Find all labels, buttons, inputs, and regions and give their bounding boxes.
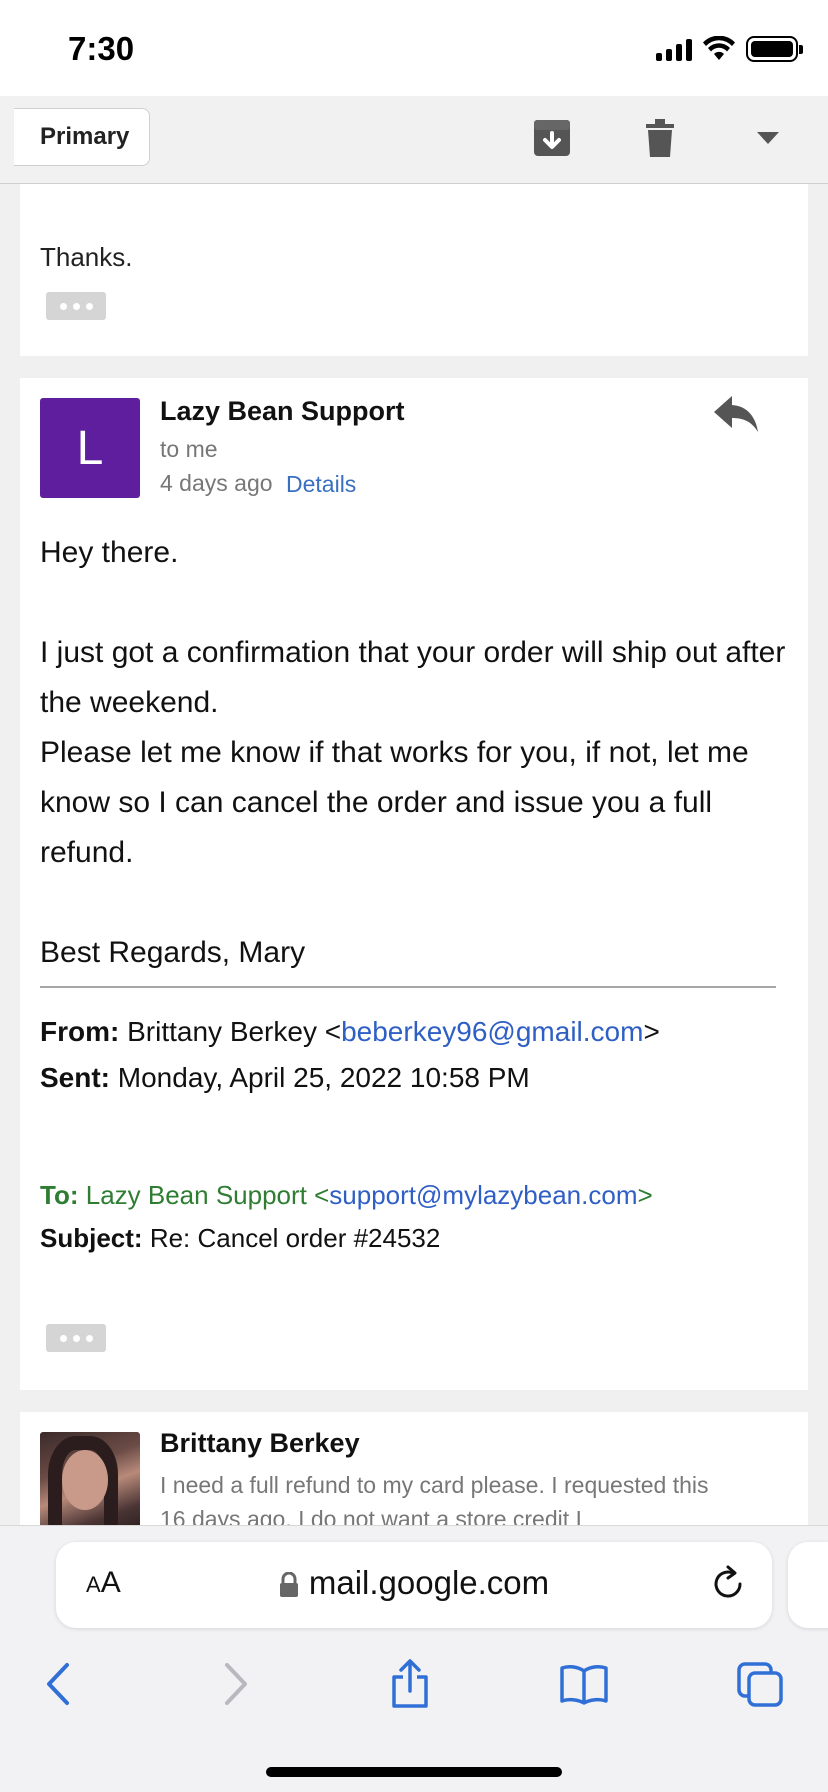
- details-link[interactable]: Details: [286, 471, 356, 498]
- quoted-subject-line: Subject: Re: Cancel order #24532: [40, 1223, 440, 1254]
- back-chevron-icon[interactable]: [28, 1654, 88, 1714]
- cellular-signal-icon: [656, 37, 692, 61]
- mail-toolbar: Primary: [0, 96, 828, 184]
- status-time: 7:30: [68, 30, 135, 67]
- quoted-to-line: To: Lazy Bean Support <support@mylazybea…: [40, 1180, 653, 1211]
- message-card: L Lazy Bean Support to me 4 days ago Det…: [20, 378, 808, 1390]
- subject-value: Re: Cancel order #24532: [149, 1223, 441, 1253]
- battery-icon: [746, 36, 803, 62]
- body-line-1: I just got a confirmation that your orde…: [40, 636, 786, 719]
- back-button-label: Primary: [40, 123, 130, 150]
- to-email-link[interactable]: support@mylazybean.com: [329, 1180, 637, 1210]
- sent-label: Sent:: [40, 1062, 110, 1093]
- sent-value: Monday, April 25, 2022 10:58 PM: [117, 1062, 530, 1093]
- reload-icon[interactable]: [708, 1564, 748, 1604]
- tabs-icon[interactable]: [730, 1654, 790, 1714]
- message-body: Hey there. I just got a confirmation tha…: [40, 528, 790, 978]
- archive-icon[interactable]: [528, 114, 576, 162]
- reply-icon[interactable]: [712, 394, 760, 434]
- quote-divider: [40, 986, 776, 988]
- next-sender-name: Brittany Berkey: [160, 1428, 360, 1458]
- next-message-snippet: I need a full refund to my card please. …: [160, 1472, 709, 1532]
- sender-photo-avatar: [40, 1432, 140, 1532]
- url-text: mail.google.com: [308, 1564, 550, 1601]
- previous-message-text: Thanks.: [40, 242, 133, 272]
- avatar-letter: L: [76, 421, 104, 475]
- recipient-line: to me: [160, 436, 218, 462]
- quoted-from-line: From: Brittany Berkey <beberkey96@gmail.…: [40, 1016, 660, 1048]
- trash-icon[interactable]: [636, 114, 684, 162]
- status-icons: [656, 36, 803, 62]
- home-indicator[interactable]: [266, 1767, 562, 1777]
- from-close: >: [643, 1016, 660, 1047]
- from-label: From:: [40, 1016, 120, 1047]
- from-email-link[interactable]: beberkey96@gmail.com: [341, 1016, 643, 1047]
- wifi-icon: [703, 36, 735, 60]
- next-message-card[interactable]: Brittany Berkey I need a full refund to …: [20, 1412, 808, 1532]
- status-bar: 7:30: [0, 0, 828, 96]
- next-tab-preview[interactable]: [788, 1542, 828, 1628]
- browser-bottom-bar: AA mail.google.com: [0, 1525, 828, 1792]
- to-name: Lazy Bean Support <: [85, 1180, 330, 1210]
- more-dropdown-icon[interactable]: [744, 114, 792, 162]
- back-to-primary-button[interactable]: Primary: [14, 108, 151, 166]
- show-quoted-text-button[interactable]: [46, 1324, 106, 1352]
- lock-icon: [279, 1572, 298, 1598]
- quoted-sent-line: Sent: Monday, April 25, 2022 10:58 PM: [40, 1062, 530, 1094]
- address-bar[interactable]: AA mail.google.com: [56, 1542, 772, 1628]
- body-line-2: Please let me know if that works for you…: [40, 736, 749, 869]
- share-icon[interactable]: [380, 1654, 440, 1714]
- sender-avatar: L: [40, 398, 140, 498]
- message-time: 4 days ago: [160, 470, 273, 496]
- to-close: >: [637, 1180, 653, 1210]
- url-display: mail.google.com: [56, 1564, 772, 1602]
- previous-message-card: Thanks.: [20, 184, 808, 356]
- from-name: Brittany Berkey <: [127, 1016, 342, 1047]
- body-greeting: Hey there.: [40, 536, 179, 569]
- forward-chevron-icon[interactable]: [206, 1654, 266, 1714]
- sender-name: Lazy Bean Support: [160, 396, 405, 426]
- body-signoff: Best Regards, Mary: [40, 936, 306, 969]
- bookmarks-icon[interactable]: [554, 1654, 614, 1714]
- show-trimmed-content-button[interactable]: [46, 292, 106, 320]
- to-label: To:: [40, 1180, 79, 1210]
- subject-label: Subject:: [40, 1223, 143, 1253]
- browser-nav-row: [0, 1654, 828, 1724]
